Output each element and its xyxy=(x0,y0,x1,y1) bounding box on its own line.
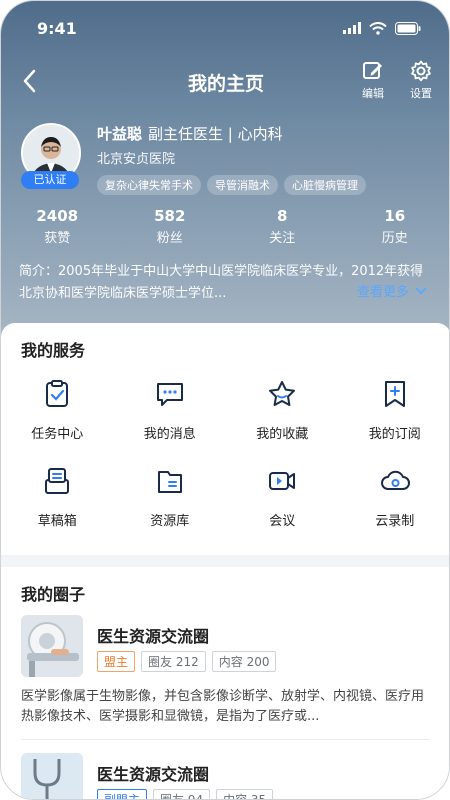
service-label: 云录制 xyxy=(375,514,415,529)
stat-label: 粉丝 xyxy=(156,231,183,246)
stat-value: 2408 xyxy=(36,207,79,225)
divider xyxy=(21,739,429,740)
service-favorites[interactable]: 我的收藏 xyxy=(226,379,339,442)
status-bar: 9:41 xyxy=(37,17,421,39)
doctor-title: 副主任医生 xyxy=(148,125,224,143)
service-label: 我的收藏 xyxy=(256,427,309,442)
edit-icon xyxy=(363,62,382,79)
specialty-tag: 复杂心律失常手术 xyxy=(97,175,201,195)
battery-icon xyxy=(395,21,421,35)
stat-value: 582 xyxy=(154,207,186,225)
doctor-name: 叶益聪 xyxy=(97,125,143,143)
star-icon xyxy=(269,381,296,406)
content-count-badge: 内容 35 xyxy=(216,789,274,799)
status-time: 9:41 xyxy=(37,18,77,38)
stat-label: 历史 xyxy=(381,231,408,246)
stats-row: 2408 获赞 582 粉丝 8 关注 16 历史 xyxy=(1,207,450,246)
stat-likes[interactable]: 2408 获赞 xyxy=(1,207,114,246)
hospital-name: 北京安贞医院 xyxy=(97,152,176,167)
profile-header: 9:41 我的主页 编辑 设置 已认证 叶益聪 副主任医生 | 心内科 北京安贞… xyxy=(1,1,450,341)
member-count-badge: 圈友 94 xyxy=(153,789,211,799)
service-label: 我的消息 xyxy=(143,427,196,442)
circle-item[interactable]: 医生资源交流圈 盟主 圈友 212 内容 200 医学影像属于生物影像，并包含影… xyxy=(21,615,431,733)
stat-value: 16 xyxy=(384,207,406,225)
specialty-tag: 心脏慢病管理 xyxy=(284,175,366,195)
wifi-icon xyxy=(369,21,387,35)
service-label: 任务中心 xyxy=(31,427,84,442)
stat-value: 8 xyxy=(277,207,288,225)
services-section: 我的服务 任务中心 我的消息 我的收藏 我的订阅 草稿箱 资源库 会议 云录制 xyxy=(1,323,450,555)
doctor-department: 心内科 xyxy=(237,125,283,143)
signal-icon xyxy=(343,22,361,34)
view-more-link[interactable]: 查看更多 xyxy=(357,281,427,300)
service-meetings[interactable]: 会议 xyxy=(226,466,339,529)
stat-label: 获赞 xyxy=(44,231,71,246)
bookmark-plus-icon xyxy=(384,381,405,407)
chevron-down-icon xyxy=(415,286,427,294)
role-badge: 副盟主 xyxy=(97,789,148,799)
circle-thumbnail xyxy=(21,753,83,799)
circle-thumbnail xyxy=(21,615,83,677)
circles-section: 我的圈子 医生资源交流圈 盟主 圈友 212 内容 200 医学影像属于生物影像… xyxy=(1,567,449,799)
circle-name: 医生资源交流圈 xyxy=(97,765,210,784)
clipboard-check-icon xyxy=(46,380,69,407)
content-count-badge: 内容 200 xyxy=(211,651,277,672)
edit-label: 编辑 xyxy=(362,87,384,100)
stat-label: 关注 xyxy=(269,231,296,246)
service-resources[interactable]: 资源库 xyxy=(114,466,227,529)
inbox-tray-icon xyxy=(45,468,70,494)
circle-item[interactable]: 医生资源交流圈 副盟主 圈友 94 内容 35 xyxy=(21,753,431,799)
verified-badge: 已认证 xyxy=(21,171,79,189)
service-subscriptions[interactable]: 我的订阅 xyxy=(339,379,450,442)
service-label: 草稿箱 xyxy=(37,514,77,529)
stethoscope-icon xyxy=(21,753,83,799)
settings-button[interactable]: 设置 xyxy=(401,59,441,101)
service-label: 会议 xyxy=(269,514,296,529)
cloud-record-icon xyxy=(380,470,410,490)
service-drafts[interactable]: 草稿箱 xyxy=(1,466,114,529)
stat-fans[interactable]: 582 粉丝 xyxy=(114,207,227,246)
folder-icon xyxy=(157,471,182,493)
circle-name: 医生资源交流圈 xyxy=(97,627,210,646)
phone-frame: 9:41 我的主页 编辑 设置 已认证 叶益聪 副主任医生 | 心内科 北京安贞… xyxy=(0,0,450,800)
section-title: 我的服务 xyxy=(21,341,86,360)
stat-following[interactable]: 8 关注 xyxy=(226,207,339,246)
circle-description: 医学影像属于生物影像，并包含影像诊断学、放射学、内视镜、医疗用热影像技术、医学摄… xyxy=(21,689,425,724)
settings-label: 设置 xyxy=(410,87,432,100)
profile-card: 已认证 叶益聪 副主任医生 | 心内科 北京安贞医院 复杂心律失常手术 导管消融术… xyxy=(19,123,433,195)
ct-scanner-icon xyxy=(21,615,83,677)
chat-bubble-icon xyxy=(156,383,183,406)
specialty-tag: 导管消融术 xyxy=(207,175,278,195)
section-title: 我的圈子 xyxy=(21,585,86,604)
role-badge: 盟主 xyxy=(97,651,136,672)
edit-button[interactable]: 编辑 xyxy=(353,59,393,101)
nav-bar: 我的主页 编辑 设置 xyxy=(1,59,449,103)
service-label: 资源库 xyxy=(150,514,190,529)
member-count-badge: 圈友 212 xyxy=(141,651,206,672)
gear-icon xyxy=(411,60,431,82)
view-more-label: 查看更多 xyxy=(356,285,409,300)
service-messages[interactable]: 我的消息 xyxy=(114,379,227,442)
service-cloud-recording[interactable]: 云录制 xyxy=(339,466,450,529)
service-label: 我的订阅 xyxy=(368,427,421,442)
video-camera-icon xyxy=(269,472,296,490)
stat-history[interactable]: 16 历史 xyxy=(339,207,450,246)
service-task-center[interactable]: 任务中心 xyxy=(1,379,114,442)
